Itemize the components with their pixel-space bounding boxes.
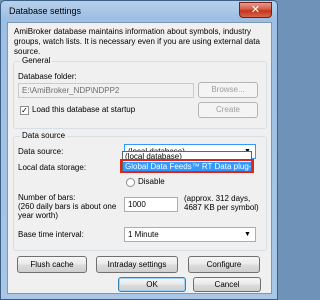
disable-radio-label: Disable: [138, 177, 165, 186]
checkmark-icon: ✓: [21, 106, 28, 115]
number-of-bars-input[interactable]: 1000: [124, 197, 178, 212]
browse-button[interactable]: Browse...: [198, 82, 258, 98]
flush-cache-button[interactable]: Flush cache: [17, 256, 87, 273]
base-time-interval-value: 1 Minute: [128, 230, 159, 239]
description-text: AmiBroker database maintains information…: [14, 27, 260, 56]
create-button[interactable]: Create: [198, 102, 258, 118]
intraday-settings-button[interactable]: Intraday settings: [96, 256, 178, 273]
data-source-label: Data source:: [18, 147, 64, 156]
database-folder-label: Database folder:: [18, 72, 77, 81]
cancel-button[interactable]: Cancel: [193, 277, 261, 292]
general-group: General Database folder: E:\AmiBroker_ND…: [13, 56, 267, 129]
database-folder-field[interactable]: E:\AmiBroker_NDP\NDPP2: [18, 83, 194, 98]
close-icon: ✕: [250, 4, 261, 16]
load-at-startup-label: Load this database at startup: [32, 105, 136, 114]
close-button[interactable]: ✕: [239, 2, 272, 18]
database-settings-window: Database settings ✕ AmiBroker database m…: [0, 0, 278, 300]
local-data-storage-label: Local data storage:: [18, 163, 87, 172]
title-bar[interactable]: Database settings ✕: [1, 1, 277, 22]
window-title: Database settings: [9, 6, 82, 16]
general-group-label: General: [20, 56, 53, 65]
ok-button[interactable]: OK: [118, 277, 186, 292]
bars-approx-note-line2: 4687 KB per symbol): [184, 203, 259, 212]
annotation-highlight-box: [120, 159, 254, 173]
chevron-down-icon: ▼: [244, 231, 251, 238]
data-source-group-label: Data source: [20, 131, 68, 140]
disable-radio[interactable]: [126, 178, 135, 187]
base-time-interval-select[interactable]: 1 Minute ▼: [124, 227, 256, 242]
load-at-startup-checkbox[interactable]: ✓: [20, 106, 29, 115]
configure-button[interactable]: Configure: [188, 256, 260, 273]
number-of-bars-hint-line2: year worth): [18, 211, 59, 220]
base-time-interval-label: Base time interval:: [18, 230, 84, 239]
